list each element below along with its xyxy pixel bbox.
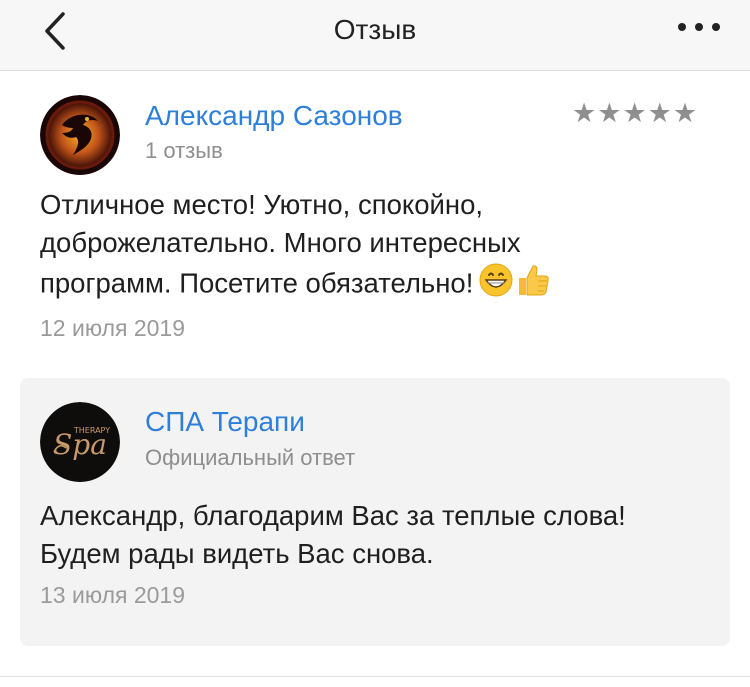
reply-text-line: Будем рады видеть Вас снова. xyxy=(40,538,434,569)
official-reply-card: Spa THERAPY СПА Терапи Официальный ответ… xyxy=(20,378,730,646)
divider xyxy=(0,676,750,677)
star-icon: ★ xyxy=(622,98,647,128)
dragon-logo-icon xyxy=(40,95,120,175)
author-review-count: 1 отзыв xyxy=(145,138,223,163)
review-card: Александр Сазонов 1 отзыв ★ ★ ★ ★ ★ Отли… xyxy=(0,72,750,372)
thumbs-up-icon xyxy=(515,262,551,308)
company-name[interactable]: СПА Терапи xyxy=(145,406,305,438)
review-text-fragment: программ. Посетите обязательно! xyxy=(40,267,474,299)
review-date: 12 июля 2019 xyxy=(40,315,185,341)
star-icon: ★ xyxy=(672,98,698,128)
company-avatar[interactable]: Spa THERAPY xyxy=(40,402,120,482)
spa-logo-icon: Spa THERAPY xyxy=(40,402,120,482)
author-avatar[interactable] xyxy=(40,95,120,175)
more-options-button[interactable] xyxy=(674,10,724,44)
review-text-line: Отличное место! Уютно, спокойно, xyxy=(40,189,484,220)
navigation-bar: Отзыв xyxy=(0,0,750,71)
reply-text: Александр, благодарим Вас за теплые слов… xyxy=(40,497,720,573)
reply-text-line: Александр, благодарим Вас за теплые слов… xyxy=(40,500,626,531)
review-text: Отличное место! Уютно, спокойно, доброже… xyxy=(40,186,720,308)
star-icon: ★ xyxy=(597,98,622,128)
review-text-line: программ. Посетите обязательно! xyxy=(40,262,720,308)
review-text-line: доброжелательно. Много интересных xyxy=(40,227,521,258)
author-name[interactable]: Александр Сазонов xyxy=(145,100,403,132)
spa-logo-subtext: THERAPY xyxy=(73,426,110,435)
page-title: Отзыв xyxy=(333,14,417,45)
star-icon: ★ xyxy=(647,98,672,128)
reply-date: 13 июля 2019 xyxy=(40,582,185,608)
official-reply-label: Официальный ответ xyxy=(145,445,356,470)
star-icon: ★ xyxy=(572,98,597,128)
more-dots-icon xyxy=(678,23,720,31)
grinning-face-icon xyxy=(479,263,513,307)
star-rating: ★ ★ ★ ★ ★ xyxy=(572,100,697,127)
